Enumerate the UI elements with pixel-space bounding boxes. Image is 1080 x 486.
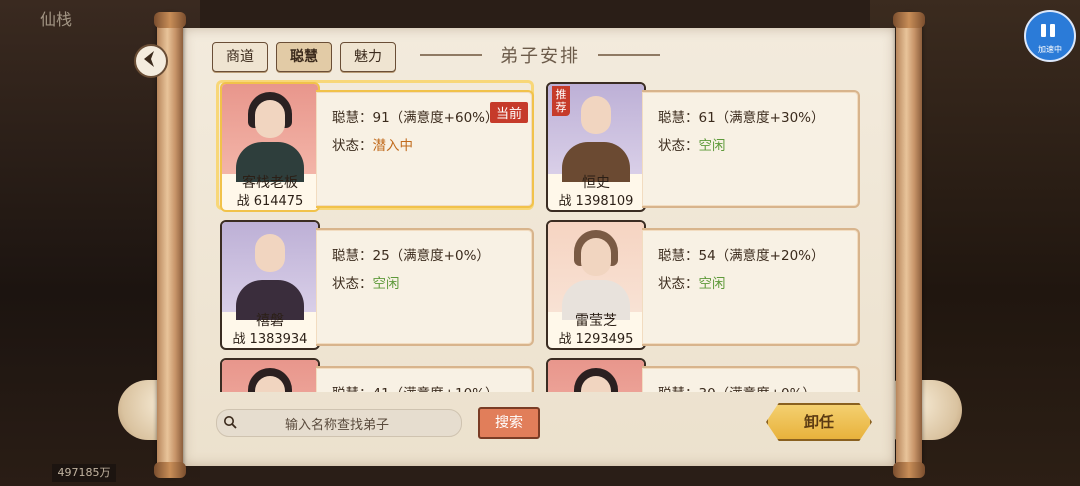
current-badge: 当前 — [489, 102, 528, 123]
recommend-badge: 推荐 — [552, 86, 570, 116]
search-button[interactable]: 搜索 — [478, 407, 540, 439]
wisdom-line: 聪慧：41（满意度+10%） — [332, 382, 499, 392]
search-icon — [224, 416, 237, 429]
status-line: 状态：潜入中 — [332, 138, 414, 154]
disciple-info: 聪慧：61（满意度+30%） 状态：空闲 — [642, 90, 860, 208]
back-arrow-icon — [144, 51, 154, 67]
status-value: 潜入中 — [372, 138, 414, 154]
status-line: 状态：空闲 — [332, 276, 400, 292]
disciple-card[interactable]: 聪慧：30（满意度+0%） — [542, 356, 860, 392]
status-value: 空闲 — [698, 138, 726, 154]
portrait — [546, 358, 646, 392]
disciple-card[interactable]: 恒史 战 1398109 推荐 聪慧：61（满意度+30%） 状态：空闲 — [542, 80, 860, 212]
disciple-list[interactable]: 客栈老板 战 614475 聪慧：91（满意度+60%） 状态：潜入中 当前 恒史… — [212, 80, 864, 392]
wisdom-line: 聪慧：54（满意度+20%） — [658, 248, 825, 264]
disciple-name: 雷莹芝 — [575, 313, 617, 329]
speed-label: 加速中 — [1038, 45, 1062, 54]
status-line: 状态：空闲 — [658, 276, 726, 292]
disciple-power: 战 614475 — [236, 194, 304, 209]
wisdom-line: 聪慧：91（满意度+60%） — [332, 110, 499, 126]
disciple-info: 聪慧：91（满意度+60%） 状态：潜入中 当前 — [316, 90, 534, 208]
disciple-info: 聪慧：54（满意度+20%） 状态：空闲 — [642, 228, 860, 346]
disciple-card[interactable]: 客栈老板 战 614475 聪慧：91（满意度+60%） 状态：潜入中 当前 — [216, 80, 534, 212]
disciple-card[interactable]: 聪慧：41（满意度+10%） — [216, 356, 534, 392]
background-shop-name: 仙栈 — [40, 10, 73, 29]
disciple-card[interactable]: 雷莹芝 战 1293495 聪慧：54（满意度+20%） 状态：空闲 — [542, 218, 860, 350]
wisdom-line: 聪慧：61（满意度+30%） — [658, 110, 825, 126]
background-tag: 497185万 — [52, 464, 116, 482]
disciple-power: 战 1383934 — [232, 332, 308, 347]
portrait: 禧磐 战 1383934 — [220, 220, 320, 350]
pause-icon — [1041, 22, 1059, 41]
scroll-roll-right — [893, 12, 925, 478]
wisdom-line: 聪慧：25（满意度+0%） — [332, 248, 490, 264]
portrait — [220, 358, 320, 392]
tab-commerce[interactable]: 商道 — [212, 42, 268, 72]
page-title: 弟子安排 — [500, 46, 580, 67]
disciple-name: 客栈老板 — [242, 175, 298, 191]
status-value: 空闲 — [372, 276, 400, 292]
disciple-power: 战 1293495 — [558, 332, 634, 347]
disciple-info: 聪慧：30（满意度+0%） — [642, 366, 860, 392]
speed-button[interactable]: 加速中 — [1024, 10, 1076, 62]
tab-wisdom[interactable]: 聪慧 — [276, 42, 332, 72]
wisdom-line: 聪慧：30（满意度+0%） — [658, 382, 816, 392]
title-bar: 弟子安排 — [420, 40, 660, 70]
disciple-info: 聪慧：25（满意度+0%） 状态：空闲 — [316, 228, 534, 346]
disciple-name: 恒史 — [582, 175, 610, 191]
disciple-info: 聪慧：41（满意度+10%） — [316, 366, 534, 392]
unload-button[interactable]: 卸任 — [766, 403, 872, 441]
back-button[interactable] — [134, 44, 168, 78]
portrait: 恒史 战 1398109 推荐 — [546, 82, 646, 212]
portrait: 客栈老板 战 614475 — [220, 82, 320, 212]
search-placeholder: 输入名称查找弟子 — [285, 418, 390, 433]
disciple-card[interactable]: 禧磐 战 1383934 聪慧：25（满意度+0%） 状态：空闲 — [216, 218, 534, 350]
status-line: 状态：空闲 — [658, 138, 726, 154]
disciple-name: 禧磐 — [256, 313, 284, 329]
disciple-power: 战 1398109 — [558, 194, 634, 209]
portrait: 雷莹芝 战 1293495 — [546, 220, 646, 350]
scroll-roll-left — [154, 12, 186, 478]
status-value: 空闲 — [698, 276, 726, 292]
search-input[interactable]: 输入名称查找弟子 — [216, 409, 462, 437]
tab-charm[interactable]: 魅力 — [340, 42, 396, 72]
